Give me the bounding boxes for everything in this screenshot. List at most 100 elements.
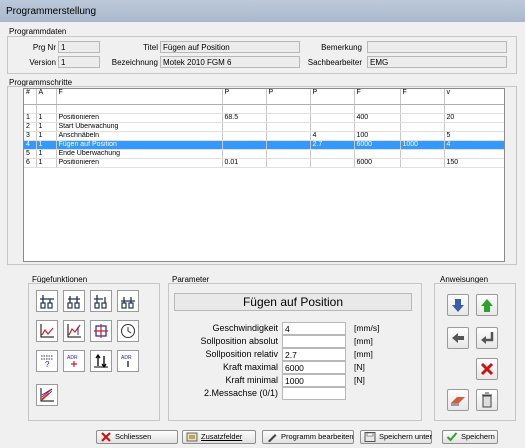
speichern-label: Speichern	[461, 432, 495, 441]
table-row[interactable]: 5 1 Ende Überwachung	[24, 149, 504, 159]
sachbearbeiter-label: Sachbearbeiter	[307, 58, 362, 67]
table-cell	[400, 158, 445, 168]
parameter-input[interactable]	[282, 387, 346, 400]
keypad-icon[interactable]: ?	[36, 350, 58, 372]
table-cell: 100	[354, 131, 401, 141]
undo-button[interactable]	[447, 327, 469, 349]
window-icon[interactable]	[90, 320, 112, 342]
parameter-input[interactable]	[282, 335, 346, 348]
table-cell	[310, 122, 355, 132]
parameter-input[interactable]: 4	[282, 322, 346, 335]
table-cell	[354, 104, 401, 114]
bezeichnung-field[interactable]: Motek 2010 FGM 6	[160, 56, 300, 68]
bezeichnung-label: Bezeichnung	[111, 58, 158, 67]
table-row[interactable]: 1 1 Positionieren 68.5 400 20	[24, 113, 504, 123]
steps-table[interactable]: # A F P P P F Fv 1 1 Positionieren 68.5 400 20 2 1 Star…	[23, 88, 505, 262]
table-cell: 2	[24, 122, 37, 132]
table-cell: 68.5	[222, 113, 267, 123]
insert-button[interactable]	[476, 327, 498, 349]
parameter-unit: [N]	[354, 375, 365, 385]
column-header[interactable]: v	[444, 89, 504, 105]
table-row-blank	[24, 104, 504, 114]
table-row[interactable]: 3 1 Anschnäbeln 4 100 5	[24, 131, 504, 141]
window-title: Programmerstellung	[6, 6, 97, 17]
speichern-button[interactable]: Speichern	[442, 430, 498, 444]
table-cell	[354, 149, 401, 159]
prg-nr-label: Prg Nr	[32, 43, 56, 52]
adr-output-icon[interactable]: ADR	[117, 350, 139, 372]
move-up-button[interactable]	[476, 294, 498, 316]
column-header[interactable]: A	[36, 89, 57, 105]
titel-field[interactable]: Fügen auf Position	[160, 41, 300, 53]
title-bar[interactable]: Programmerstellung	[0, 0, 525, 22]
table-cell	[266, 140, 311, 150]
version-label: Version	[29, 58, 56, 67]
column-header[interactable]: F	[56, 89, 223, 105]
trash-icon	[482, 392, 492, 408]
eraser-button[interactable]	[447, 389, 469, 411]
parameter-unit: [mm]	[354, 349, 373, 359]
column-header[interactable]: #	[24, 89, 37, 105]
column-header[interactable]: F	[354, 89, 401, 105]
table-row[interactable]: 6 1 Positionieren 0.01 6000 150	[24, 158, 504, 168]
programm-bearbeiten-button[interactable]: Programm bearbeiten	[262, 430, 354, 444]
parameter-label: Geschwindigkeit	[212, 323, 278, 333]
table-cell	[400, 113, 445, 123]
pos-force-icon[interactable]	[117, 290, 139, 312]
schliessen-button[interactable]: Schliessen	[96, 430, 178, 444]
pos-offset-icon[interactable]	[90, 290, 112, 312]
table-cell	[36, 104, 57, 114]
table-cell: 6000	[354, 140, 401, 150]
table-cell	[310, 104, 355, 114]
chart-icon[interactable]	[36, 384, 58, 406]
table-cell	[266, 158, 311, 168]
parameter-input[interactable]: 1000	[282, 374, 346, 387]
column-header[interactable]: P	[310, 89, 355, 105]
table-cell: Positionieren	[56, 158, 223, 168]
parameter-input[interactable]: 6000	[282, 361, 346, 374]
direction-icon[interactable]	[90, 350, 112, 372]
parameter-label: Kraft maximal	[222, 362, 278, 372]
bemerkung-field[interactable]	[367, 41, 507, 53]
save-as-icon	[364, 432, 376, 442]
delete-button[interactable]	[476, 358, 498, 380]
column-header[interactable]: P	[266, 89, 311, 105]
table-cell: 1	[36, 122, 57, 132]
zusatzfelder-button[interactable]: Zusatzfelder	[182, 430, 256, 444]
curve-window-icon[interactable]	[63, 320, 85, 342]
enter-arrow-icon	[481, 332, 494, 344]
table-cell	[24, 104, 37, 114]
table-row[interactable]: 2 1 Start Überwachung	[24, 122, 504, 132]
move-down-button[interactable]	[447, 294, 469, 316]
table-cell	[266, 149, 311, 159]
adr-input-icon[interactable]: ADR	[63, 350, 85, 372]
timer-icon[interactable]	[117, 320, 139, 342]
parameter-label: Sollposition absolut	[200, 336, 278, 346]
table-cell: 0.01	[222, 158, 267, 168]
schliessen-label: Schliessen	[115, 432, 152, 441]
trash-button[interactable]	[476, 389, 498, 411]
version-field[interactable]: 1	[58, 56, 100, 68]
pencil-icon	[268, 434, 277, 442]
prg-nr-field[interactable]: 1	[58, 41, 100, 53]
curve-icon[interactable]	[36, 320, 58, 342]
column-header[interactable]: F	[400, 89, 445, 105]
table-cell: 3	[24, 131, 37, 141]
sachbearbeiter-field[interactable]: EMG	[367, 56, 507, 68]
speichern-unter-button[interactable]: Speichern unter	[360, 430, 432, 444]
pos-relative-icon[interactable]	[63, 290, 85, 312]
parameter-input[interactable]: 2.7	[282, 348, 346, 361]
pos-absolute-icon[interactable]	[36, 290, 58, 312]
parameter-heading: Fügen auf Position	[174, 293, 412, 311]
table-row[interactable]: 4 1 Fügen auf Position 2.7 6000 1000 4	[24, 140, 504, 150]
table-cell	[354, 122, 401, 132]
bemerkung-label: Bemerkung	[321, 43, 362, 52]
table-cell: 2.7	[310, 140, 355, 150]
checkmark-icon	[446, 432, 458, 442]
table-cell: 1000	[400, 140, 445, 150]
parameter-unit: [N]	[354, 362, 365, 372]
table-cell	[266, 122, 311, 132]
column-header[interactable]: P	[222, 89, 267, 105]
table-cell	[56, 104, 223, 114]
table-cell: 6000	[354, 158, 401, 168]
